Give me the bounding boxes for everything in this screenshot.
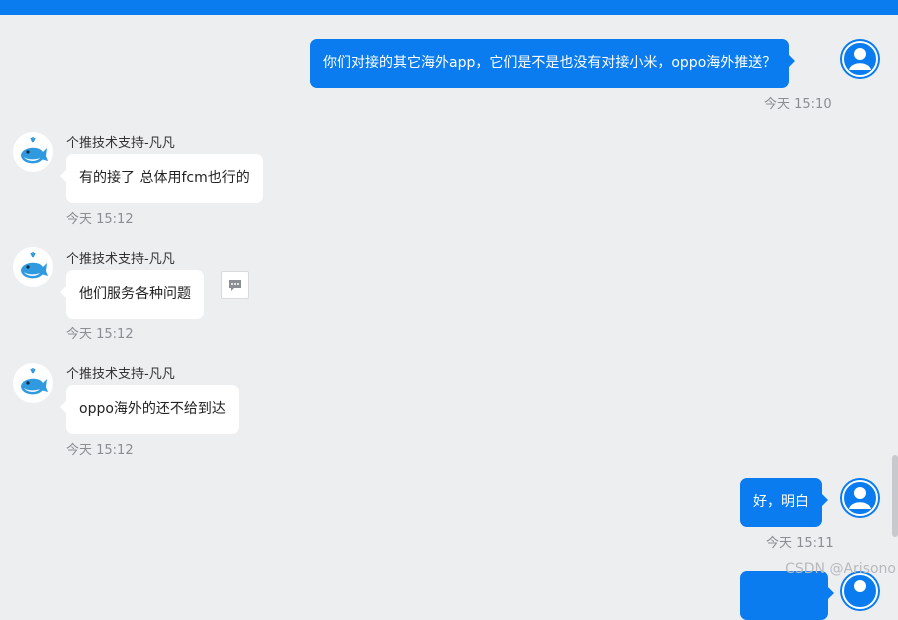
message-time: 今天 15:12 bbox=[66, 212, 134, 227]
message-bubble-outgoing[interactable]: 你们对接的其它海外app，它们是不是也没有对接小米，oppo海外推送？ bbox=[310, 39, 796, 88]
quote-message-button[interactable] bbox=[221, 271, 249, 299]
user-avatar-icon[interactable] bbox=[840, 39, 880, 79]
message-time: 今天 15:12 bbox=[66, 327, 134, 342]
message-bubble-incoming[interactable]: 他们服务各种问题 bbox=[60, 270, 204, 319]
message-bubble-incoming[interactable]: 有的接了 总体用fcm也行的 bbox=[60, 154, 263, 203]
message-time: 今天 15:10 bbox=[764, 97, 832, 112]
sender-name: 个推技术支持-凡凡 bbox=[66, 136, 175, 151]
message-time: 今天 15:11 bbox=[766, 536, 834, 551]
message-bubble-outgoing[interactable]: 好，明白 bbox=[740, 478, 828, 527]
top-bar bbox=[0, 0, 898, 15]
chat-scrollbar[interactable] bbox=[892, 455, 898, 537]
watermark: CSDN @Arisono bbox=[785, 561, 896, 577]
chat-window[interactable]: 你们对接的其它海外app，它们是不是也没有对接小米，oppo海外推送？ 今天 1… bbox=[0, 15, 898, 620]
whale-avatar-icon[interactable] bbox=[13, 132, 53, 172]
whale-avatar-icon[interactable] bbox=[13, 363, 53, 403]
sender-name: 个推技术支持-凡凡 bbox=[66, 252, 175, 267]
message-bubble-incoming[interactable]: oppo海外的还不给到达 bbox=[60, 385, 239, 434]
message-bubble-outgoing-partial[interactable] bbox=[740, 571, 834, 620]
user-avatar-icon[interactable] bbox=[840, 478, 880, 518]
user-avatar-icon[interactable] bbox=[840, 571, 880, 611]
quote-bubble-icon bbox=[229, 280, 241, 291]
message-time: 今天 15:12 bbox=[66, 443, 134, 458]
whale-avatar-icon[interactable] bbox=[13, 247, 53, 287]
sender-name: 个推技术支持-凡凡 bbox=[66, 367, 175, 382]
